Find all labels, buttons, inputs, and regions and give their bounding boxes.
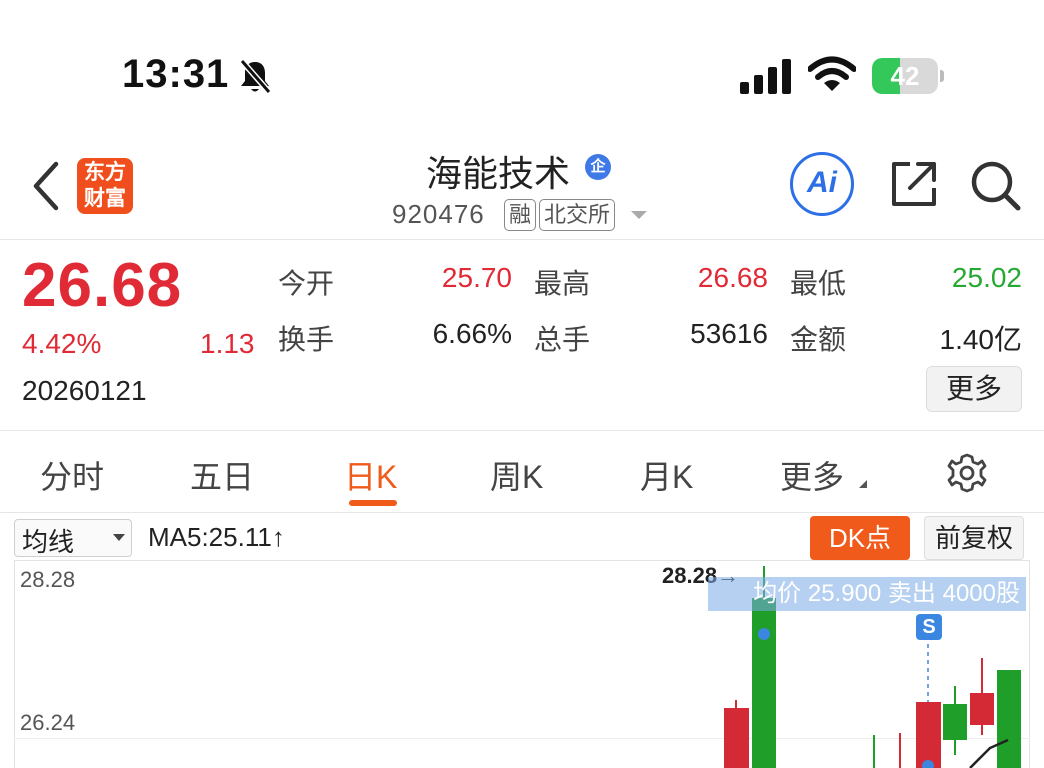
- volume-value: 53616: [690, 318, 768, 349]
- turnover-label: 换手: [278, 324, 335, 355]
- logo-line-1: 东方: [84, 161, 126, 184]
- tab-five-day[interactable]: 五日: [190, 452, 254, 498]
- dk-point-button[interactable]: DK点: [810, 516, 910, 560]
- amount-label: 金额: [790, 324, 847, 355]
- stock-switch-caret-icon[interactable]: [631, 211, 647, 219]
- logo-line-2: 财富: [84, 187, 126, 210]
- turnover-value: 6.66%: [432, 318, 512, 349]
- ma5-value: MA5:25.11↑: [148, 522, 285, 552]
- dropdown-arrow-icon: [113, 534, 125, 541]
- exchange-tag: 北交所: [539, 199, 616, 231]
- battery-percent: 42: [890, 61, 920, 91]
- forward-adjust-button[interactable]: 前复权: [924, 516, 1024, 560]
- back-chevron-icon[interactable]: [30, 160, 62, 212]
- battery-indicator: 42: [872, 58, 944, 96]
- tab-monthly-k[interactable]: 月K: [640, 452, 693, 498]
- more-corner-icon: [859, 480, 867, 488]
- candle-down: [997, 670, 1021, 768]
- high-value: 26.68: [697, 262, 768, 293]
- last-price: 26.68: [22, 251, 183, 320]
- ma-point: [758, 628, 770, 640]
- status-time: 13:31: [122, 52, 230, 96]
- low-label: 最低: [790, 268, 847, 299]
- sell-marker[interactable]: S: [916, 614, 942, 640]
- candle-up: [724, 708, 749, 768]
- ai-button[interactable]: Ai: [790, 152, 854, 216]
- gear-icon[interactable]: [946, 452, 988, 494]
- tab-more[interactable]: 更多: [780, 452, 844, 498]
- header-divider: [0, 239, 1044, 240]
- stock-code: 920476: [392, 199, 485, 229]
- high-label: 最高: [534, 268, 591, 299]
- open-value: 25.70: [441, 262, 512, 293]
- cellular-signal-icon: [740, 59, 791, 94]
- change-amount: 1.13: [200, 328, 255, 359]
- tab-intraday[interactable]: 分时: [40, 452, 104, 498]
- tab-daily-k[interactable]: 日K: [344, 452, 397, 498]
- candle-up: [916, 702, 941, 768]
- change-percent: 4.42%: [22, 328, 102, 359]
- battery-tip: [940, 70, 944, 82]
- quote-divider: [0, 430, 1044, 431]
- active-tab-underline: [349, 500, 397, 506]
- wifi-icon: [808, 56, 856, 91]
- more-quote-button[interactable]: 更多: [926, 366, 1022, 412]
- open-label: 今开: [278, 268, 335, 299]
- candle-down: [752, 598, 776, 768]
- volume-label: 总手: [534, 324, 591, 355]
- margin-tag: 融: [504, 199, 537, 231]
- tab-weekly-k[interactable]: 周K: [490, 452, 543, 498]
- search-icon[interactable]: [968, 158, 1022, 212]
- stock-name: 海能技术: [426, 153, 571, 194]
- app-logo: 东方 财富: [77, 158, 133, 214]
- trade-tooltip: 均价 25.900 卖出 4000股: [708, 577, 1026, 611]
- low-value: 25.02: [951, 262, 1022, 293]
- share-icon[interactable]: [888, 158, 940, 210]
- candle-up: [970, 693, 994, 725]
- candle-down: [943, 704, 967, 740]
- corp-badge: 企: [585, 154, 611, 180]
- indicator-select-label: 均线: [22, 527, 75, 557]
- amount-value: 1.40亿: [939, 324, 1023, 355]
- bell-muted-icon: [239, 59, 272, 94]
- tabs-divider: [0, 512, 1044, 513]
- quote-date: 20260121: [22, 375, 147, 406]
